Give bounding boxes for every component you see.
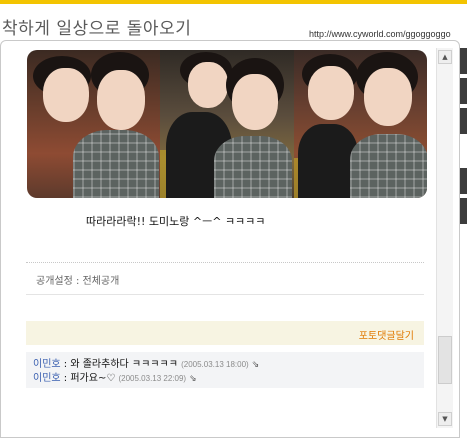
- comment-row: 이민호 : 퍼가요~♡ (2005.03.13 22:09) ⇘: [33, 369, 197, 384]
- comment-list: 이민호 : 와 졸라추하다 ㅋㅋㅋㅋㅋ (2005.03.13 18:00) ⇘ …: [26, 352, 424, 388]
- reply-icon[interactable]: ⇘: [252, 360, 260, 370]
- side-menu-tabs: [460, 40, 467, 400]
- side-tab-2[interactable]: [460, 78, 467, 104]
- divider-dotted: [26, 262, 424, 263]
- photo-panel-2: [160, 50, 294, 198]
- comment-author[interactable]: 이민호: [33, 373, 61, 384]
- comment-bar: 포토댓글달기: [26, 321, 424, 345]
- comment-separator: :: [60, 373, 71, 384]
- side-tab-3[interactable]: [460, 108, 467, 134]
- scrollbar-thumb[interactable]: [438, 336, 452, 384]
- post-caption: 따라라라락!! 도미노랑 ^ㅡ^ ㅋㅋㅋㅋ: [86, 215, 266, 228]
- reply-icon[interactable]: ⇘: [189, 374, 197, 384]
- homepage-url[interactable]: http://www.cyworld.com/ggoggoggo: [309, 29, 451, 39]
- photo-image: [27, 50, 427, 198]
- divider: [26, 294, 424, 295]
- scroll-up-arrow-icon[interactable]: ▲: [438, 50, 452, 64]
- privacy-setting: 공개설정 : 전체공개: [36, 276, 120, 287]
- side-tab-5[interactable]: [460, 198, 467, 224]
- side-tab-1[interactable]: [460, 48, 467, 74]
- photo-panel-1: [27, 50, 161, 198]
- side-tab-4[interactable]: [460, 168, 467, 194]
- comment-text: 퍼가요~♡: [70, 373, 116, 384]
- comment-row: 이민호 : 와 졸라추하다 ㅋㅋㅋㅋㅋ (2005.03.13 18:00) ⇘: [33, 355, 259, 370]
- top-accent-bar: [0, 0, 467, 4]
- add-photo-comment-link[interactable]: 포토댓글달기: [359, 327, 414, 342]
- comment-date: (2005.03.13 18:00): [181, 360, 249, 369]
- photo-panel-3: [293, 50, 427, 198]
- vertical-scrollbar[interactable]: ▲ ▼: [436, 48, 453, 428]
- comment-date: (2005.03.13 22:09): [118, 374, 187, 383]
- page-title: 착하게 일상으로 돌아오기: [2, 19, 192, 39]
- scroll-down-arrow-icon[interactable]: ▼: [438, 412, 452, 426]
